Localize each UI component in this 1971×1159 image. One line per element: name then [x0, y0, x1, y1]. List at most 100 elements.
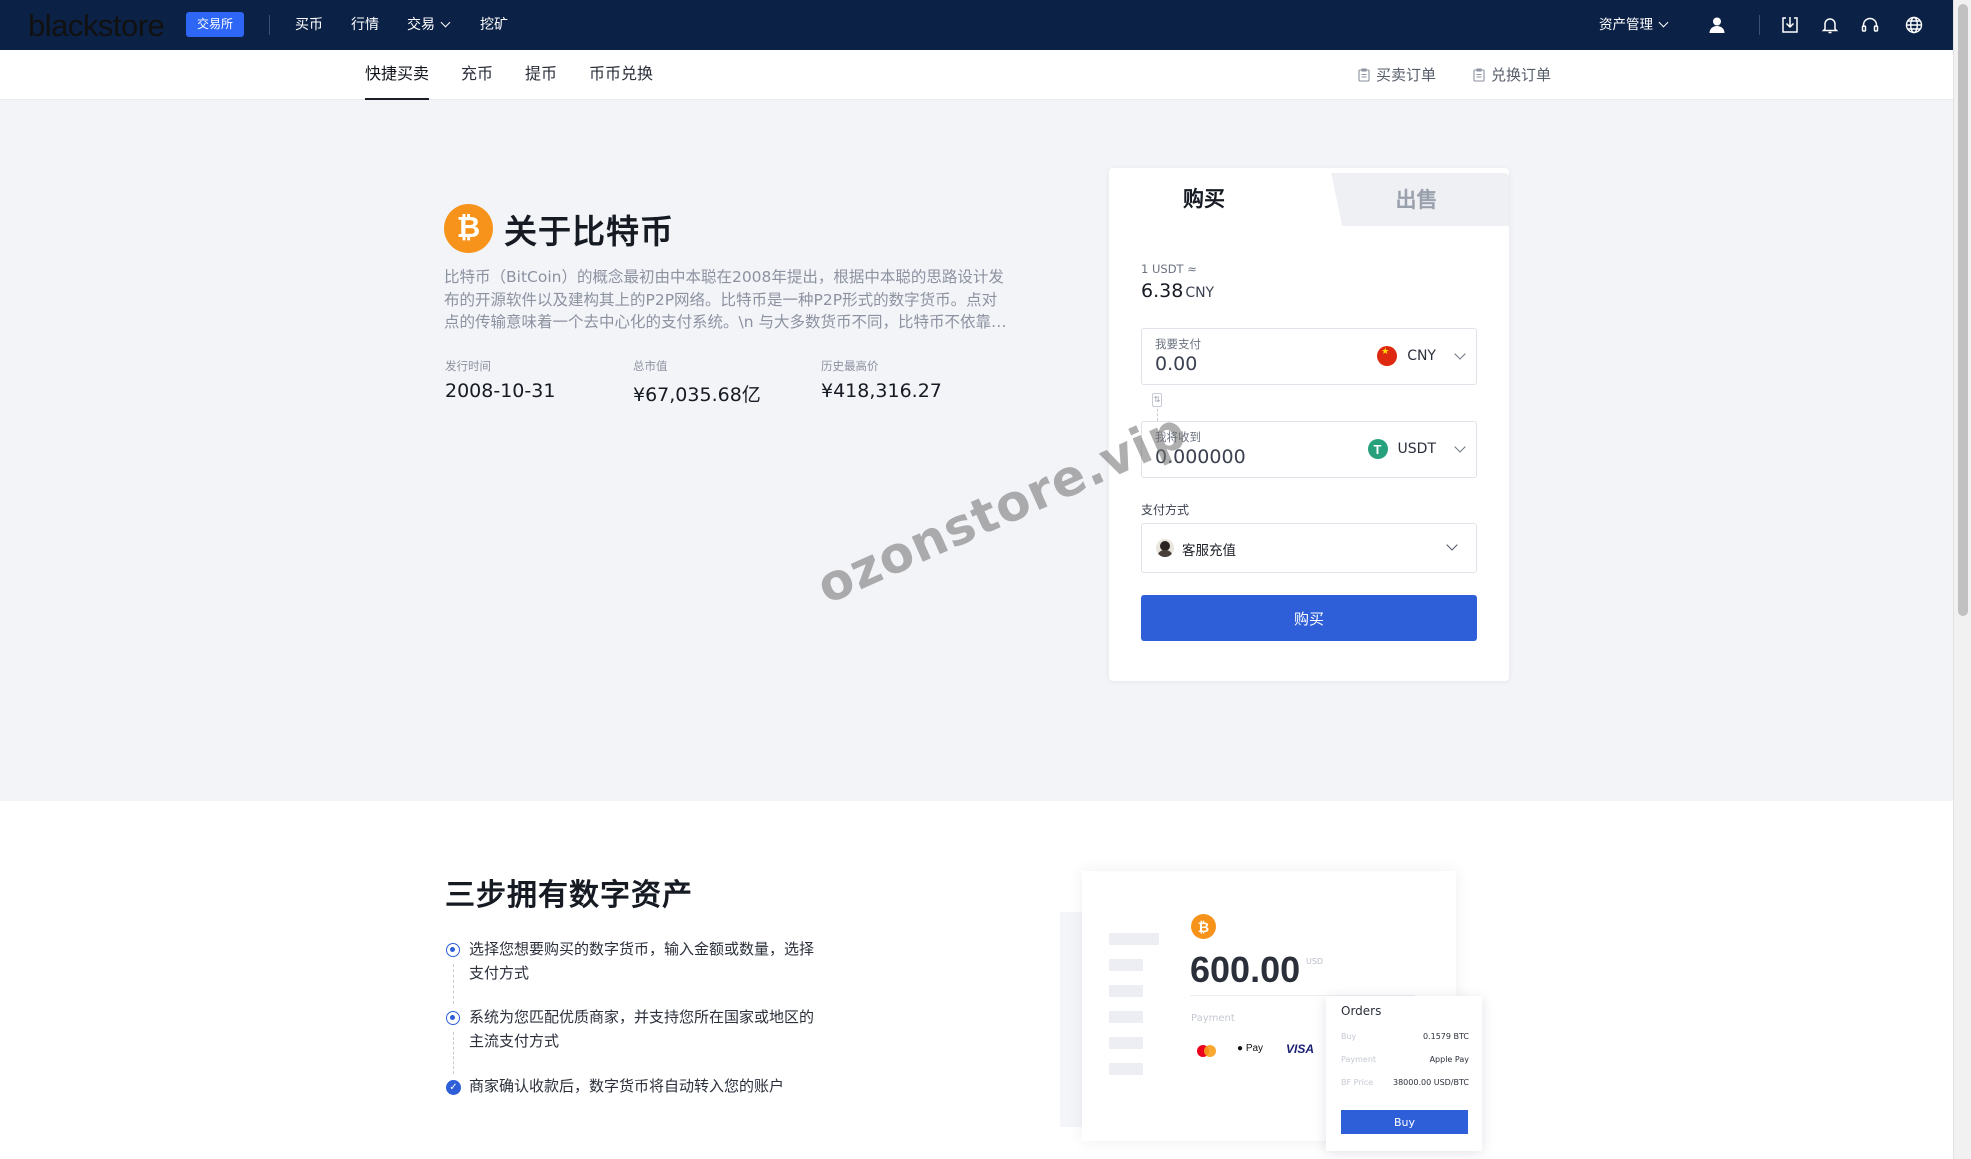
- stat-label: 发行时间: [445, 359, 491, 373]
- payment-method-value: 客服充值: [1182, 543, 1236, 559]
- step-item: ✓ 商家确认收款后，数字货币将自动转入您的账户: [445, 1074, 825, 1098]
- asset-management-menu[interactable]: 资产管理: [1599, 0, 1669, 50]
- asset-management-label: 资产管理: [1599, 17, 1653, 33]
- placeholder-bar: [1109, 1011, 1143, 1023]
- apple-pay-label: Pay: [1245, 1043, 1264, 1054]
- illustration-amount-unit: USD: [1306, 957, 1324, 966]
- nav-item-market[interactable]: 行情: [351, 0, 379, 50]
- orders-row-key: Payment: [1341, 1055, 1377, 1064]
- sub-navbar: 快捷买卖 充币 提币 币币兑换 买卖订单 兑换订单: [0, 50, 1953, 100]
- nav-item-buy-coin[interactable]: 买币: [295, 0, 323, 50]
- clipboard-icon: [1473, 68, 1485, 82]
- tab-withdraw[interactable]: 提币: [525, 50, 557, 100]
- stat-value: ¥67,035.68亿: [633, 384, 761, 406]
- nav-divider: [269, 15, 270, 35]
- pay-amount-field[interactable]: 我要支付 0.00 CNY: [1141, 328, 1477, 385]
- step-item: 选择您想要购买的数字货币，输入金额或数量，选择支付方式: [445, 937, 825, 985]
- orders-row: Payment Apple Pay: [1341, 1055, 1469, 1064]
- visa-icon: VISA: [1286, 1042, 1315, 1056]
- receive-currency-select[interactable]: T USDT: [1367, 439, 1466, 459]
- stat-label: 总市值: [633, 359, 668, 373]
- placeholder-bar: [1109, 985, 1143, 997]
- chevron-down-icon: [440, 17, 451, 28]
- orders-row: BF Price 38000.00 USD/BTC: [1341, 1078, 1469, 1087]
- tab-sell[interactable]: 出售: [1324, 173, 1509, 226]
- pay-amount-input[interactable]: 0.00: [1155, 353, 1197, 375]
- nav-divider: [1759, 15, 1760, 35]
- clipboard-icon: [1358, 68, 1370, 82]
- pay-currency-label: CNY: [1407, 348, 1436, 364]
- step-text: 选择您想要购买的数字货币，输入金额或数量，选择支付方式: [469, 940, 815, 982]
- bell-icon[interactable]: [1818, 13, 1842, 37]
- nav-item-mining[interactable]: 挖矿: [480, 0, 508, 50]
- orders-row-key: BF Price: [1341, 1078, 1374, 1087]
- rate-label: 1 USDT ≈: [1141, 262, 1197, 276]
- headset-icon[interactable]: [1858, 13, 1882, 37]
- orders-row-value: Apple Pay: [1429, 1055, 1469, 1064]
- nav-item-trade[interactable]: 交易: [407, 0, 451, 50]
- tab-deposit[interactable]: 充币: [461, 50, 493, 100]
- exchange-badge[interactable]: 交易所: [186, 12, 245, 37]
- bitcoin-icon: ₿: [1191, 914, 1216, 939]
- page-title: 关于比特币: [504, 212, 674, 251]
- chevron-down-icon: [1658, 17, 1669, 28]
- orders-card: Orders Buy 0.1579 BTC Payment Apple Pay …: [1326, 996, 1482, 1151]
- agent-avatar: [1156, 539, 1174, 557]
- placeholder-bar: [1109, 1063, 1143, 1075]
- pay-currency-select[interactable]: CNY: [1377, 346, 1466, 366]
- apple-pay-icon: ● Pay: [1237, 1043, 1263, 1054]
- rate-amount: 6.38: [1141, 280, 1184, 302]
- stat-issue-date: 发行时间 2008-10-31: [445, 358, 555, 402]
- steps-title: 三步拥有数字资产: [445, 878, 693, 913]
- step-dot-icon: [446, 943, 460, 957]
- step-dot-icon: [446, 1011, 460, 1025]
- receive-currency-label: USDT: [1397, 441, 1436, 457]
- payment-method-label: 支付方式: [1141, 503, 1190, 517]
- pay-amount-label: 我要支付: [1155, 337, 1201, 351]
- download-icon[interactable]: [1778, 13, 1802, 37]
- tab-coin-exchange[interactable]: 币币兑换: [589, 50, 653, 100]
- rate-unit: CNY: [1185, 285, 1215, 301]
- exchange-orders-link[interactable]: 兑换订单: [1473, 50, 1551, 100]
- tether-icon: T: [1367, 439, 1388, 459]
- stat-label: 历史最高价: [821, 359, 879, 373]
- bitcoin-icon: ₿: [444, 204, 493, 253]
- illustration-payment-label: Payment: [1191, 1013, 1235, 1024]
- trade-tabs: 购买 出售: [1109, 168, 1509, 226]
- orders-row: Buy 0.1579 BTC: [1341, 1032, 1469, 1041]
- globe-icon[interactable]: [1902, 13, 1926, 37]
- scrollbar[interactable]: [1953, 0, 1971, 1159]
- stat-market-cap: 总市值 ¥67,035.68亿: [633, 358, 761, 407]
- step-text: 系统为您匹配优质商家，并支持您所在国家或地区的主流支付方式: [469, 1008, 815, 1050]
- orders-row-key: Buy: [1341, 1032, 1357, 1041]
- stat-value: ¥418,316.27: [821, 380, 942, 402]
- brand-logo[interactable]: blackstore: [28, 8, 165, 44]
- chevron-down-icon: [1454, 348, 1466, 360]
- orders-title: Orders: [1341, 1004, 1382, 1018]
- illustration-backdrop: [1060, 912, 1082, 1127]
- stat-value: 2008-10-31: [445, 380, 556, 402]
- illustration-amount: 600.00: [1190, 949, 1301, 990]
- buy-button[interactable]: 购买: [1141, 595, 1477, 641]
- trade-orders-link[interactable]: 买卖订单: [1358, 50, 1436, 100]
- orders-row-value: 0.1579 BTC: [1422, 1032, 1469, 1041]
- check-icon: ✓: [446, 1080, 461, 1095]
- apple-icon: ●: [1237, 1043, 1244, 1054]
- placeholder-bar: [1109, 1037, 1143, 1049]
- user-icon[interactable]: [1705, 13, 1729, 37]
- step-text: 商家确认收款后，数字货币将自动转入您的账户: [469, 1077, 785, 1095]
- rate-value: 6.38 CNY: [1141, 280, 1214, 302]
- china-flag-icon: [1377, 346, 1398, 366]
- scrollbar-thumb[interactable]: [1958, 4, 1968, 616]
- nav-item-trade-label: 交易: [407, 17, 435, 33]
- placeholder-bar: [1109, 959, 1143, 971]
- orders-buy-button: Buy: [1341, 1110, 1468, 1134]
- chevron-down-icon: [1454, 441, 1466, 453]
- tab-quick-trade[interactable]: 快捷买卖: [365, 50, 430, 100]
- top-navbar: blackstore 交易所 买币 行情 交易 挖矿 资产管理: [0, 0, 1953, 50]
- tab-buy[interactable]: 购买: [1109, 168, 1299, 226]
- payment-method-select[interactable]: 客服充值: [1141, 523, 1477, 573]
- coin-description: 比特币（BitCoin）的概念最初由中本聪在2008年提出，根据中本聪的思路设计…: [444, 268, 1007, 331]
- placeholder-bar: [1109, 933, 1159, 945]
- trade-orders-label: 买卖订单: [1376, 65, 1437, 84]
